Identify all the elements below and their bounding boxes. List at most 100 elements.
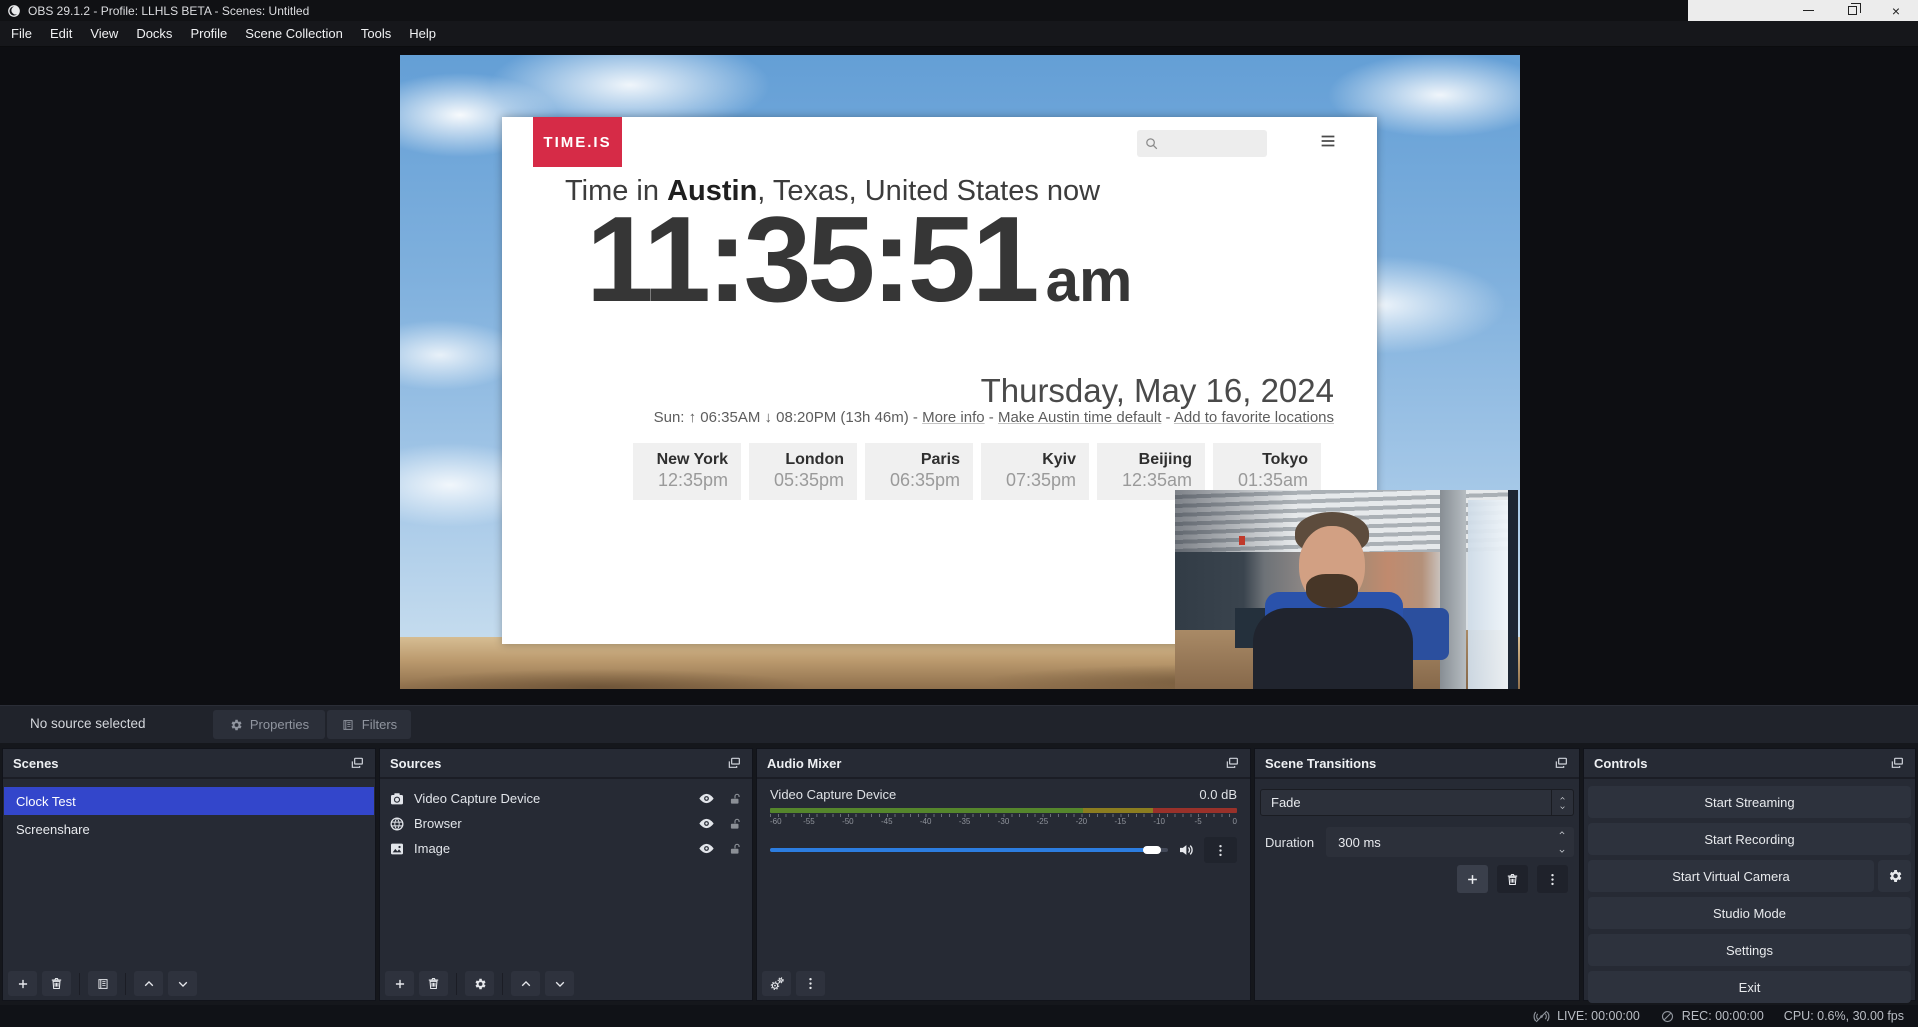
remove-source-button[interactable] bbox=[419, 971, 448, 996]
more-info-link: More info bbox=[922, 409, 985, 426]
add-scene-button[interactable] bbox=[8, 971, 37, 996]
audio-mixer-panel: Audio Mixer Video Capture Device 0.0 dB … bbox=[756, 748, 1251, 1001]
tick-label: -50 bbox=[842, 817, 854, 826]
start-recording-button[interactable]: Start Recording bbox=[1588, 823, 1911, 855]
duration-label: Duration bbox=[1265, 835, 1314, 850]
popout-icon[interactable] bbox=[349, 755, 365, 771]
source-item-video-capture[interactable]: Video Capture Device bbox=[380, 786, 752, 811]
menu-view[interactable]: View bbox=[81, 21, 127, 46]
cpu-fps-text: CPU: 0.6%, 30.00 fps bbox=[1784, 1009, 1904, 1023]
sources-title: Sources bbox=[390, 756, 441, 771]
transitions-body: Fade Duration 300 ms bbox=[1255, 779, 1579, 893]
scene-transitions-panel: Scene Transitions Fade Duration 300 ms bbox=[1254, 748, 1580, 1001]
tick-label: -15 bbox=[1114, 817, 1126, 826]
select-arrows bbox=[1551, 790, 1573, 815]
eye-icon[interactable] bbox=[698, 815, 715, 832]
scenes-toolbar bbox=[8, 971, 197, 996]
start-streaming-button[interactable]: Start Streaming bbox=[1588, 786, 1911, 818]
source-status-text: No source selected bbox=[30, 716, 146, 731]
menu-docks[interactable]: Docks bbox=[127, 21, 181, 46]
city-time: 07:35pm bbox=[981, 470, 1076, 491]
double-gear-icon bbox=[769, 976, 785, 992]
tick-label: -5 bbox=[1195, 817, 1202, 826]
remove-transition-button[interactable] bbox=[1497, 865, 1528, 893]
divider bbox=[79, 973, 80, 995]
studio-mode-button[interactable]: Studio Mode bbox=[1588, 897, 1911, 929]
lock-icon[interactable] bbox=[728, 817, 742, 831]
transition-properties-button[interactable] bbox=[1537, 865, 1568, 893]
city-box: New York12:35pm bbox=[633, 443, 741, 500]
spinner-arrows[interactable] bbox=[1557, 829, 1567, 855]
popout-icon[interactable] bbox=[1224, 755, 1240, 771]
popout-icon[interactable] bbox=[726, 755, 742, 771]
volume-slider-handle[interactable] bbox=[1143, 846, 1161, 854]
menu-file[interactable]: File bbox=[2, 21, 41, 46]
virtual-camera-config-button[interactable] bbox=[1878, 860, 1911, 892]
mixer-options-button[interactable] bbox=[1204, 837, 1237, 863]
city-name: Kyiv bbox=[981, 451, 1076, 469]
add-transition-button[interactable] bbox=[1457, 865, 1488, 893]
scene-down-button[interactable] bbox=[168, 971, 197, 996]
transitions-title: Scene Transitions bbox=[1265, 756, 1376, 771]
menu-help[interactable]: Help bbox=[400, 21, 445, 46]
mixer-menu-button[interactable] bbox=[796, 971, 825, 996]
remove-scene-button[interactable] bbox=[42, 971, 71, 996]
lock-icon[interactable] bbox=[728, 792, 742, 806]
scene-item-clock-test[interactable]: Clock Test bbox=[4, 787, 374, 815]
tick-label: -20 bbox=[1076, 817, 1088, 826]
source-item-image[interactable]: Image bbox=[380, 836, 752, 861]
source-label: Image bbox=[414, 841, 450, 856]
dots-vertical-icon bbox=[1545, 872, 1560, 887]
transition-select[interactable]: Fade bbox=[1260, 789, 1574, 816]
close-button[interactable]: × bbox=[1874, 0, 1918, 21]
city-time: 05:35pm bbox=[749, 470, 844, 491]
mixer-level-db: 0.0 dB bbox=[1199, 787, 1237, 802]
obs-logo-icon bbox=[7, 4, 21, 18]
minimize-button[interactable] bbox=[1786, 0, 1830, 21]
controls-body: Start Streaming Start Recording Start Vi… bbox=[1584, 779, 1915, 1003]
scene-up-button[interactable] bbox=[134, 971, 163, 996]
image-icon bbox=[389, 841, 405, 857]
properties-button[interactable]: Properties bbox=[213, 710, 325, 739]
eye-icon[interactable] bbox=[698, 840, 715, 857]
duration-spinbox[interactable]: 300 ms bbox=[1326, 827, 1574, 857]
source-down-button[interactable] bbox=[545, 971, 574, 996]
restore-icon bbox=[1848, 6, 1857, 15]
chevron-up-icon bbox=[1558, 795, 1567, 802]
add-source-button[interactable] bbox=[385, 971, 414, 996]
scene-item-screenshare[interactable]: Screenshare bbox=[4, 815, 374, 843]
scene-filters-button[interactable] bbox=[88, 971, 117, 996]
exit-button[interactable]: Exit bbox=[1588, 971, 1911, 1003]
restore-button[interactable] bbox=[1830, 0, 1874, 21]
live-status: LIVE: 00:00:00 bbox=[1533, 1008, 1640, 1025]
filters-label: Filters bbox=[362, 717, 397, 732]
tick-label: -35 bbox=[959, 817, 971, 826]
sources-list: Video Capture Device Browser bbox=[380, 779, 752, 861]
menu-edit[interactable]: Edit bbox=[41, 21, 81, 46]
volume-slider[interactable] bbox=[770, 848, 1168, 852]
program-canvas[interactable]: TIME.IS Time in Austin, Texas, United St… bbox=[400, 55, 1520, 689]
start-virtual-camera-button[interactable]: Start Virtual Camera bbox=[1588, 860, 1874, 892]
lock-icon[interactable] bbox=[728, 842, 742, 856]
live-timer: LIVE: 00:00:00 bbox=[1557, 1009, 1640, 1023]
separator: - bbox=[909, 409, 922, 426]
filters-button[interactable]: Filters bbox=[327, 710, 411, 739]
globe-icon bbox=[389, 816, 405, 832]
popout-icon[interactable] bbox=[1889, 755, 1905, 771]
tick-label: -45 bbox=[881, 817, 893, 826]
speaker-icon[interactable] bbox=[1177, 841, 1195, 859]
menu-scene-collection[interactable]: Scene Collection bbox=[236, 21, 352, 46]
advanced-audio-button[interactable] bbox=[762, 971, 791, 996]
source-properties-button[interactable] bbox=[465, 971, 494, 996]
timeis-logo: TIME.IS bbox=[533, 117, 622, 167]
menu-profile[interactable]: Profile bbox=[181, 21, 236, 46]
settings-button[interactable]: Settings bbox=[1588, 934, 1911, 966]
eye-icon[interactable] bbox=[698, 790, 715, 807]
menu-tools[interactable]: Tools bbox=[352, 21, 400, 46]
search-icon bbox=[1144, 136, 1159, 151]
source-up-button[interactable] bbox=[511, 971, 540, 996]
popout-icon[interactable] bbox=[1553, 755, 1569, 771]
source-item-browser[interactable]: Browser bbox=[380, 811, 752, 836]
minimize-icon bbox=[1803, 10, 1814, 12]
webcam-person-body bbox=[1253, 608, 1413, 689]
